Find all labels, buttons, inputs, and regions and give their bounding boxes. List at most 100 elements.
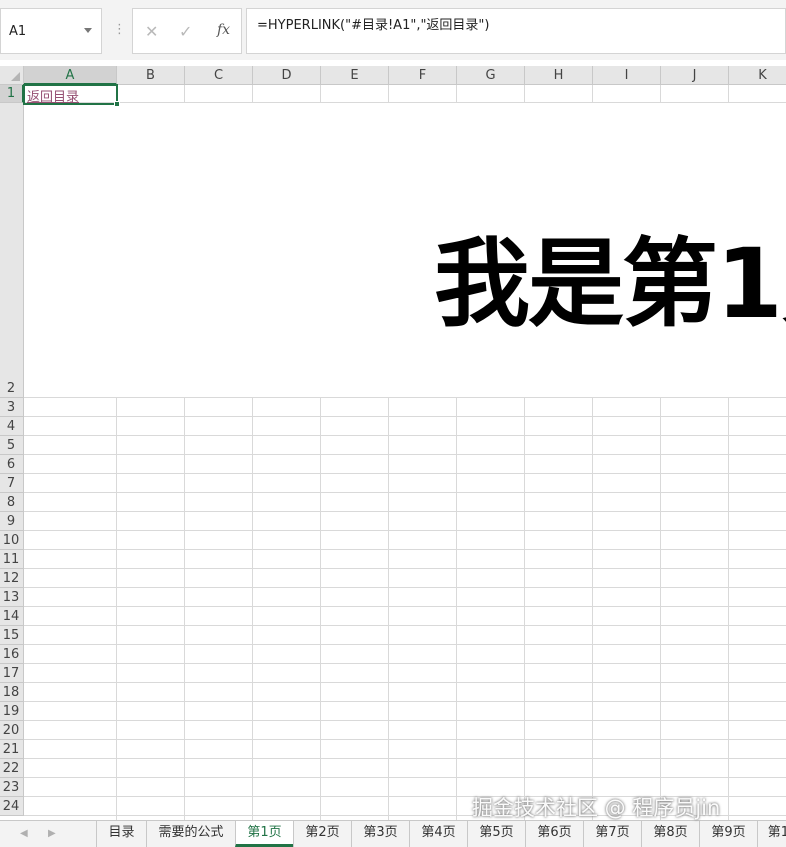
grid-line-horizontal bbox=[24, 625, 786, 626]
row-header-4[interactable]: 4 bbox=[0, 417, 24, 436]
row-header-18[interactable]: 18 bbox=[0, 683, 24, 702]
sheet-tab-bar: ◀ ▶ 目录需要的公式第1页第2页第3页第4页第5页第6页第7页第8页第9页第1… bbox=[0, 820, 786, 847]
row-header-14[interactable]: 14 bbox=[0, 607, 24, 626]
row-header-15[interactable]: 15 bbox=[0, 626, 24, 645]
column-header-g[interactable]: G bbox=[457, 66, 525, 85]
sheet-tab[interactable]: 第10页 bbox=[757, 821, 786, 847]
row-number: 15 bbox=[2, 628, 20, 643]
row-header-23[interactable]: 23 bbox=[0, 778, 24, 797]
row-header-8[interactable]: 8 bbox=[0, 493, 24, 512]
column-header-i[interactable]: I bbox=[593, 66, 661, 85]
row-header-24[interactable]: 24 bbox=[0, 797, 24, 816]
row-number: 16 bbox=[2, 647, 20, 662]
row-number: 10 bbox=[2, 533, 20, 548]
grid-line-horizontal bbox=[24, 587, 786, 588]
sheet-tab[interactable]: 第2页 bbox=[293, 821, 351, 847]
grid-line-horizontal bbox=[24, 454, 786, 455]
grid-line-horizontal bbox=[24, 701, 786, 702]
sheet-tab[interactable]: 第9页 bbox=[699, 821, 757, 847]
sheet-tab[interactable]: 第6页 bbox=[525, 821, 583, 847]
sheet-tab[interactable]: 第8页 bbox=[641, 821, 699, 847]
select-all-button[interactable] bbox=[0, 66, 24, 85]
row-header-1[interactable]: 1 bbox=[0, 85, 24, 103]
scroll-right-icon[interactable]: ▶ bbox=[48, 828, 56, 839]
grid-line-horizontal bbox=[24, 435, 786, 436]
fill-handle[interactable] bbox=[114, 101, 120, 107]
row-number: 7 bbox=[6, 476, 16, 491]
sheet-tab[interactable]: 第7页 bbox=[583, 821, 641, 847]
row-header-2[interactable]: 2 bbox=[0, 103, 24, 398]
grid-line-horizontal bbox=[24, 682, 786, 683]
column-header-d[interactable]: D bbox=[253, 66, 321, 85]
drag-handle-icon[interactable]: ⋮ bbox=[113, 22, 126, 37]
name-box[interactable]: A1 bbox=[0, 8, 102, 54]
grid-line-horizontal bbox=[24, 473, 786, 474]
sheet-tab[interactable]: 第5页 bbox=[467, 821, 525, 847]
column-header-e[interactable]: E bbox=[321, 66, 389, 85]
row-header-9[interactable]: 9 bbox=[0, 512, 24, 531]
row-number: 22 bbox=[2, 761, 20, 776]
sheet-tab[interactable]: 第3页 bbox=[351, 821, 409, 847]
column-header-b[interactable]: B bbox=[117, 66, 185, 85]
row-number: 6 bbox=[6, 457, 16, 472]
grid-line-horizontal bbox=[24, 549, 786, 550]
sheet-tab[interactable]: 需要的公式 bbox=[146, 821, 235, 847]
grid-line-horizontal bbox=[24, 492, 786, 493]
row-number: 3 bbox=[6, 400, 16, 415]
row-header-21[interactable]: 21 bbox=[0, 740, 24, 759]
chevron-down-icon[interactable] bbox=[84, 28, 92, 33]
row-number: 21 bbox=[2, 742, 20, 757]
insert-function-icon[interactable]: fx bbox=[217, 22, 230, 38]
check-icon[interactable]: ✓ bbox=[179, 22, 192, 41]
row-header-11[interactable]: 11 bbox=[0, 550, 24, 569]
row-number: 1 bbox=[6, 86, 16, 101]
row-header-19[interactable]: 19 bbox=[0, 702, 24, 721]
watermark: 掘金技术社区 @ 程序员jin bbox=[472, 796, 721, 820]
row-number: 23 bbox=[2, 780, 20, 795]
column-header-h[interactable]: H bbox=[525, 66, 593, 85]
row-header-10[interactable]: 10 bbox=[0, 531, 24, 550]
grid-line-horizontal bbox=[24, 530, 786, 531]
grid-line-horizontal bbox=[24, 720, 786, 721]
merged-cell-text: 我是第1页 bbox=[434, 228, 786, 340]
row-header-6[interactable]: 6 bbox=[0, 455, 24, 474]
row-header-7[interactable]: 7 bbox=[0, 474, 24, 493]
row-number: 24 bbox=[2, 799, 20, 814]
row-header-17[interactable]: 17 bbox=[0, 664, 24, 683]
grid-line-horizontal bbox=[24, 416, 786, 417]
column-header-a[interactable]: A bbox=[24, 66, 117, 85]
active-cell-selection[interactable] bbox=[23, 84, 120, 107]
row-header-16[interactable]: 16 bbox=[0, 645, 24, 664]
row-header-3[interactable]: 3 bbox=[0, 398, 24, 417]
scroll-left-icon[interactable]: ◀ bbox=[20, 828, 28, 839]
grid-line-horizontal bbox=[24, 777, 786, 778]
row-header-5[interactable]: 5 bbox=[0, 436, 24, 455]
row-header-20[interactable]: 20 bbox=[0, 721, 24, 740]
row-number: 4 bbox=[6, 419, 16, 434]
sheet-tab[interactable]: 第1页 bbox=[235, 821, 293, 847]
column-header-f[interactable]: F bbox=[389, 66, 457, 85]
row-number: 9 bbox=[6, 514, 16, 529]
worksheet-grid[interactable]: A B C D E F G H I J K 1 2 3 4 5 6 7 8 9 10 11 12 13 14 15 16 17 18 19… bbox=[0, 66, 786, 820]
row-number: 19 bbox=[2, 704, 20, 719]
column-header-c[interactable]: C bbox=[185, 66, 253, 85]
row-number: 20 bbox=[2, 723, 20, 738]
formula-input[interactable]: =HYPERLINK("#目录!A1","返回目录") bbox=[246, 8, 786, 54]
row-header-13[interactable]: 13 bbox=[0, 588, 24, 607]
sheet-tab[interactable]: 第4页 bbox=[409, 821, 467, 847]
row-header-12[interactable]: 12 bbox=[0, 569, 24, 588]
row-header-22[interactable]: 22 bbox=[0, 759, 24, 778]
column-header-k[interactable]: K bbox=[729, 66, 786, 85]
sheet-tab[interactable]: 目录 bbox=[96, 821, 146, 847]
formula-bar-area: A1 ⋮ ✕ ✓ fx =HYPERLINK("#目录!A1","返回目录") bbox=[0, 0, 786, 60]
close-icon[interactable]: ✕ bbox=[145, 22, 158, 41]
row-number: 12 bbox=[2, 571, 20, 586]
grid-line-horizontal bbox=[24, 758, 786, 759]
row-number: 2 bbox=[6, 381, 16, 396]
grid-line-horizontal bbox=[24, 397, 786, 398]
grid-line-horizontal bbox=[24, 739, 786, 740]
grid-line-horizontal bbox=[24, 606, 786, 607]
row-number: 11 bbox=[2, 552, 20, 567]
row-number: 5 bbox=[6, 438, 16, 453]
column-header-j[interactable]: J bbox=[661, 66, 729, 85]
